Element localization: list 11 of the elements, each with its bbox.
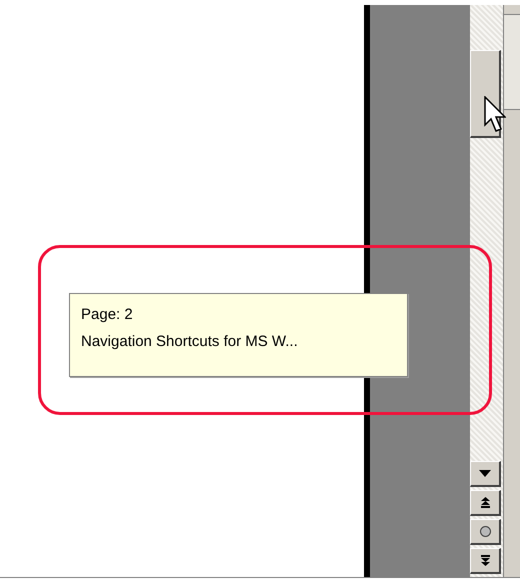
down-arrow-icon: [479, 470, 491, 477]
mouse-pointer-icon: [484, 96, 506, 134]
tooltip-text: Navigation Shortcuts for MS W...: [81, 333, 299, 351]
previous-page-button[interactable]: [470, 490, 501, 516]
scroll-down-button[interactable]: [470, 461, 501, 487]
double-down-arrow-icon: [480, 555, 490, 566]
next-page-button[interactable]: [470, 548, 501, 574]
browse-object-button[interactable]: [470, 519, 501, 545]
circle-icon: [480, 526, 490, 537]
double-up-arrow-icon: [480, 497, 490, 508]
tooltip-text: Page: 2: [81, 306, 134, 324]
